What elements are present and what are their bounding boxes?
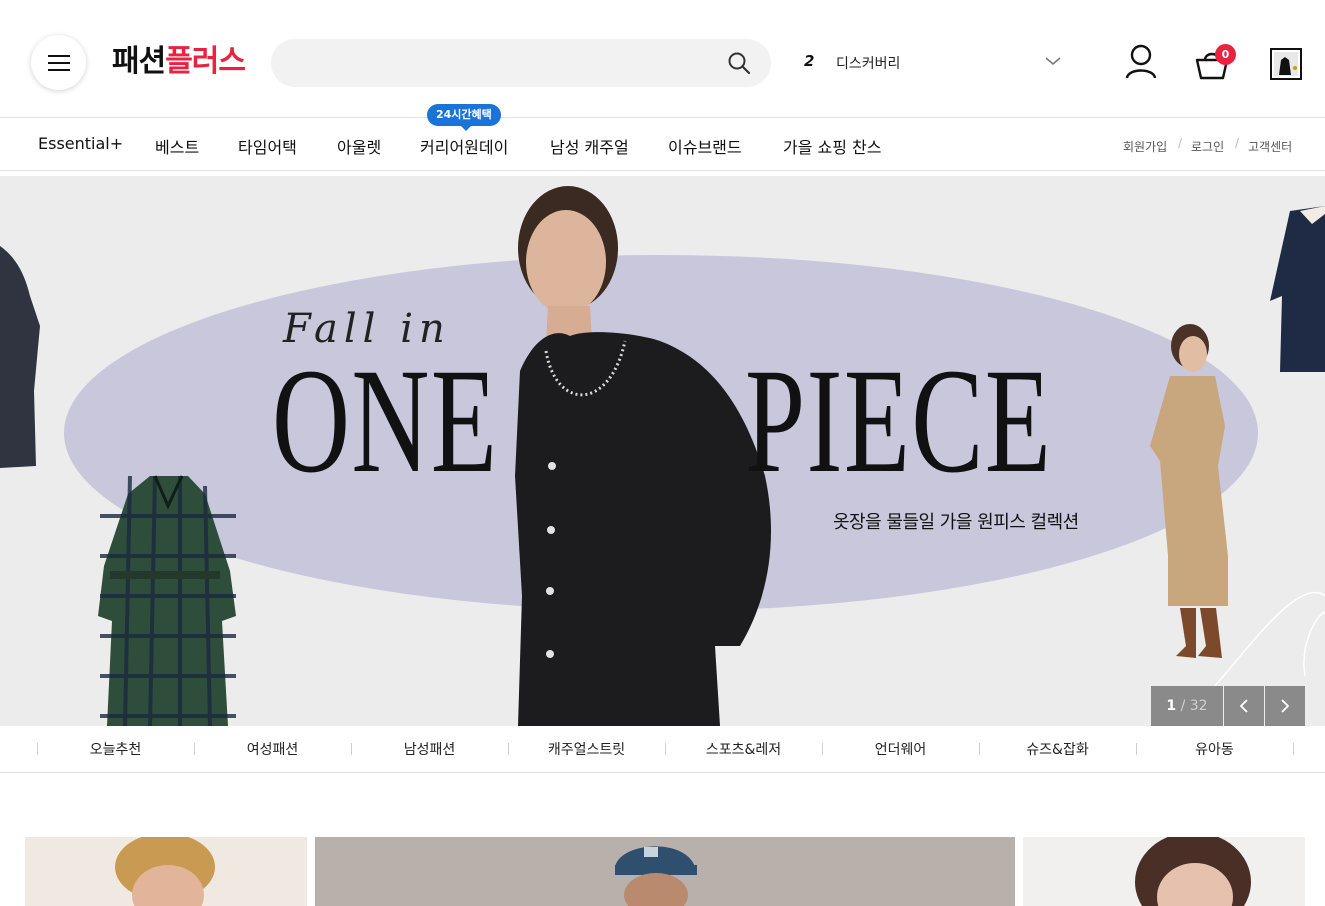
cart-count-badge: 0 bbox=[1215, 44, 1236, 65]
coat-image-right bbox=[1270, 206, 1325, 372]
nav-item-men-casual[interactable]: 남성 캐주얼 bbox=[550, 134, 629, 158]
chevron-left-icon bbox=[1239, 699, 1248, 713]
category-kids[interactable]: 유아동 bbox=[1136, 739, 1293, 759]
site-logo[interactable]: 패션플러스 bbox=[112, 42, 246, 82]
nav-item-issue-brand[interactable]: 이슈브랜드 bbox=[668, 134, 742, 158]
category-shoes[interactable]: 슈즈&잡화 bbox=[979, 739, 1136, 759]
category-men[interactable]: 남성패션 bbox=[351, 739, 508, 759]
product-card[interactable] bbox=[1023, 837, 1305, 906]
hero-title-right: PIECE bbox=[745, 338, 1053, 504]
customer-center-link[interactable]: 고객센터 bbox=[1248, 138, 1292, 155]
main-navigation: Essential+ 베스트 타임어택 아울렛 커리어원데이 남성 캐주얼 이슈… bbox=[0, 117, 1325, 171]
banner-page-total: / 32 bbox=[1180, 698, 1208, 714]
banner-next-button[interactable] bbox=[1265, 686, 1305, 726]
hero-subtitle: 옷장을 물들일 가을 원피스 컬렉션 bbox=[833, 512, 1079, 533]
category-casual-street[interactable]: 캐주얼스트릿 bbox=[508, 739, 665, 759]
util-separator: / bbox=[1235, 136, 1240, 150]
search-icon[interactable] bbox=[727, 51, 751, 75]
category-sports[interactable]: 스포츠&레저 bbox=[665, 739, 822, 759]
hero-artwork bbox=[0, 186, 1325, 726]
header: 패션플러스 2 디스커버리 0 bbox=[0, 0, 1325, 118]
category-separator bbox=[1293, 743, 1294, 755]
hero-banner[interactable]: Fall in ONE PIECE 옷장을 물들일 가을 원피스 컬렉션 1 /… bbox=[0, 176, 1325, 726]
search-bar bbox=[271, 39, 771, 87]
hero-title-left: ONE bbox=[272, 338, 499, 504]
nav-item-time-attack[interactable]: 타임어택 bbox=[238, 134, 297, 158]
coat-image-left bbox=[0, 246, 40, 468]
chevron-down-icon[interactable] bbox=[1044, 55, 1062, 67]
trending-rank: 2 bbox=[804, 52, 815, 70]
nav-item-career-oneday[interactable]: 커리어원데이 bbox=[420, 134, 508, 158]
logo-text-accent: 플러스 bbox=[165, 44, 246, 79]
category-underwear[interactable]: 언더웨어 bbox=[822, 739, 979, 759]
category-women[interactable]: 여성패션 bbox=[194, 739, 351, 759]
banner-page-count: 1 / 32 bbox=[1151, 686, 1223, 726]
product-image bbox=[315, 837, 1015, 906]
nav-item-essential[interactable]: Essential+ bbox=[38, 134, 123, 153]
login-link[interactable]: 로그인 bbox=[1191, 138, 1224, 155]
signup-link[interactable]: 회원가입 bbox=[1123, 138, 1167, 155]
product-image bbox=[1023, 837, 1305, 906]
trending-keyword[interactable]: 디스커버리 bbox=[836, 53, 900, 73]
category-today[interactable]: 오늘추천 bbox=[37, 739, 194, 759]
category-bar: 오늘추천 여성패션 남성패션 캐주얼스트릿 스포츠&레저 언더웨어 슈즈&잡화 … bbox=[0, 726, 1325, 773]
user-icon[interactable] bbox=[1124, 44, 1158, 80]
benefit-badge: 24시간혜택 bbox=[427, 104, 501, 131]
product-card[interactable] bbox=[25, 837, 307, 906]
hamburger-icon bbox=[47, 54, 70, 71]
nav-item-outlet[interactable]: 아울렛 bbox=[337, 134, 381, 158]
nav-item-autumn-chance[interactable]: 가을 쇼핑 찬스 bbox=[783, 134, 882, 158]
logo-text-primary: 패션 bbox=[112, 44, 166, 79]
recent-item-icon[interactable] bbox=[1270, 48, 1302, 80]
banner-page-current: 1 bbox=[1166, 698, 1177, 714]
nav-item-best[interactable]: 베스트 bbox=[155, 134, 199, 158]
product-image bbox=[25, 837, 307, 906]
util-separator: / bbox=[1178, 136, 1183, 150]
search-input[interactable] bbox=[293, 39, 713, 87]
product-card[interactable] bbox=[315, 837, 1015, 906]
banner-pager: 1 / 32 bbox=[1151, 686, 1305, 726]
chevron-right-icon bbox=[1281, 699, 1290, 713]
banner-prev-button[interactable] bbox=[1224, 686, 1264, 726]
menu-button[interactable] bbox=[31, 35, 86, 90]
